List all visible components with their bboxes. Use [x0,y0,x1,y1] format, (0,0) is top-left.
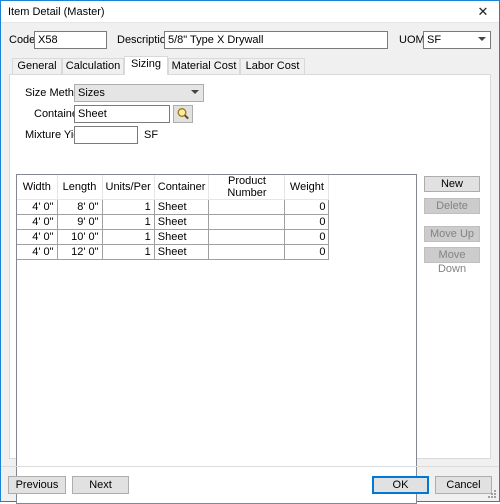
container-field[interactable]: Sheet [74,105,170,123]
next-button[interactable]: Next [72,476,129,494]
table-row[interactable]: 4' 0" 12' 0" 1 Sheet 0 [17,244,330,260]
cell-product-number[interactable] [208,199,286,215]
column-header-width[interactable]: Width [17,175,58,200]
item-detail-window: Item Detail (Master) ✕ Code X58 Descript… [0,0,500,504]
cell-units-per[interactable]: 1 [102,199,155,215]
cell-container[interactable]: Sheet [154,199,210,215]
cell-width[interactable]: 4' 0" [17,199,58,215]
move-up-button[interactable]: Move Up [424,226,480,242]
table-row[interactable]: 4' 0" 9' 0" 1 Sheet 0 [17,214,330,230]
sizes-grid[interactable]: Width Length Units/Per Container Product… [16,174,417,504]
uom-value: SF [427,34,442,46]
window-title: Item Detail (Master) [8,6,105,18]
table-row[interactable]: 4' 0" 8' 0" 1 Sheet 0 [17,199,330,215]
ok-button[interactable]: OK [372,476,429,494]
column-header-container[interactable]: Container [154,175,210,200]
tab-calculation[interactable]: Calculation [62,58,124,74]
cell-length[interactable]: 8' 0" [57,199,103,215]
cell-weight[interactable]: 0 [284,214,330,230]
mixture-yield-unit: SF [144,129,159,141]
cell-length[interactable]: 12' 0" [57,244,103,260]
previous-button[interactable]: Previous [8,476,66,494]
column-header-weight[interactable]: Weight [284,175,330,200]
tab-material-cost[interactable]: Material Cost [168,58,240,74]
uom-select[interactable]: SF [423,31,491,49]
chevron-down-icon [478,37,486,41]
column-header-product-number[interactable]: Product Number [208,175,286,200]
title-bar: Item Detail (Master) ✕ [1,1,499,23]
sizes-table: Width Length Units/Per Container Product… [17,175,330,260]
cell-width[interactable]: 4' 0" [17,244,58,260]
new-button[interactable]: New [424,176,480,192]
cell-product-number[interactable] [208,244,286,260]
tab-general[interactable]: General [12,58,62,74]
dialog-body: Code X58 Description 5/8" Type X Drywall… [1,23,499,504]
size-method-select[interactable]: Sizes [74,84,204,102]
container-search-button[interactable] [173,105,193,123]
cell-width[interactable]: 4' 0" [17,229,58,245]
tab-sizing[interactable]: Sizing [124,56,168,75]
close-icon[interactable]: ✕ [467,1,499,23]
cell-weight[interactable]: 0 [284,244,330,260]
mixture-yield-field[interactable] [74,126,138,144]
table-header-row: Width Length Units/Per Container Product… [17,175,330,200]
code-field[interactable]: X58 [34,31,107,49]
cell-units-per[interactable]: 1 [102,244,155,260]
cell-length[interactable]: 10' 0" [57,229,103,245]
cell-units-per[interactable]: 1 [102,229,155,245]
column-header-length[interactable]: Length [57,175,103,200]
cell-length[interactable]: 9' 0" [57,214,103,230]
chevron-down-icon [191,90,199,94]
cell-width[interactable]: 4' 0" [17,214,58,230]
cell-weight[interactable]: 0 [284,199,330,215]
cell-product-number[interactable] [208,214,286,230]
sizing-tab-panel: Size Method Sizes Container Sheet Mixtur… [9,74,491,504]
cell-product-number[interactable] [208,229,286,245]
tab-labor-cost[interactable]: Labor Cost [240,58,305,74]
code-label: Code [9,34,36,46]
description-field[interactable]: 5/8" Type X Drywall [164,31,388,49]
cell-weight[interactable]: 0 [284,229,330,245]
cell-container[interactable]: Sheet [154,244,210,260]
cell-container[interactable]: Sheet [154,214,210,230]
cell-units-per[interactable]: 1 [102,214,155,230]
magnifier-icon [177,108,189,120]
cancel-button[interactable]: Cancel [435,476,492,494]
column-header-units-per[interactable]: Units/Per [102,175,155,200]
table-row[interactable]: 4' 0" 10' 0" 1 Sheet 0 [17,229,330,245]
delete-button[interactable]: Delete [424,198,480,214]
uom-label: UOM [399,34,425,46]
move-down-button[interactable]: Move Down [424,247,480,275]
size-method-value: Sizes [78,87,105,99]
footer-divider [1,466,499,467]
cell-container[interactable]: Sheet [154,229,210,245]
resize-grip-icon[interactable] [487,489,497,499]
